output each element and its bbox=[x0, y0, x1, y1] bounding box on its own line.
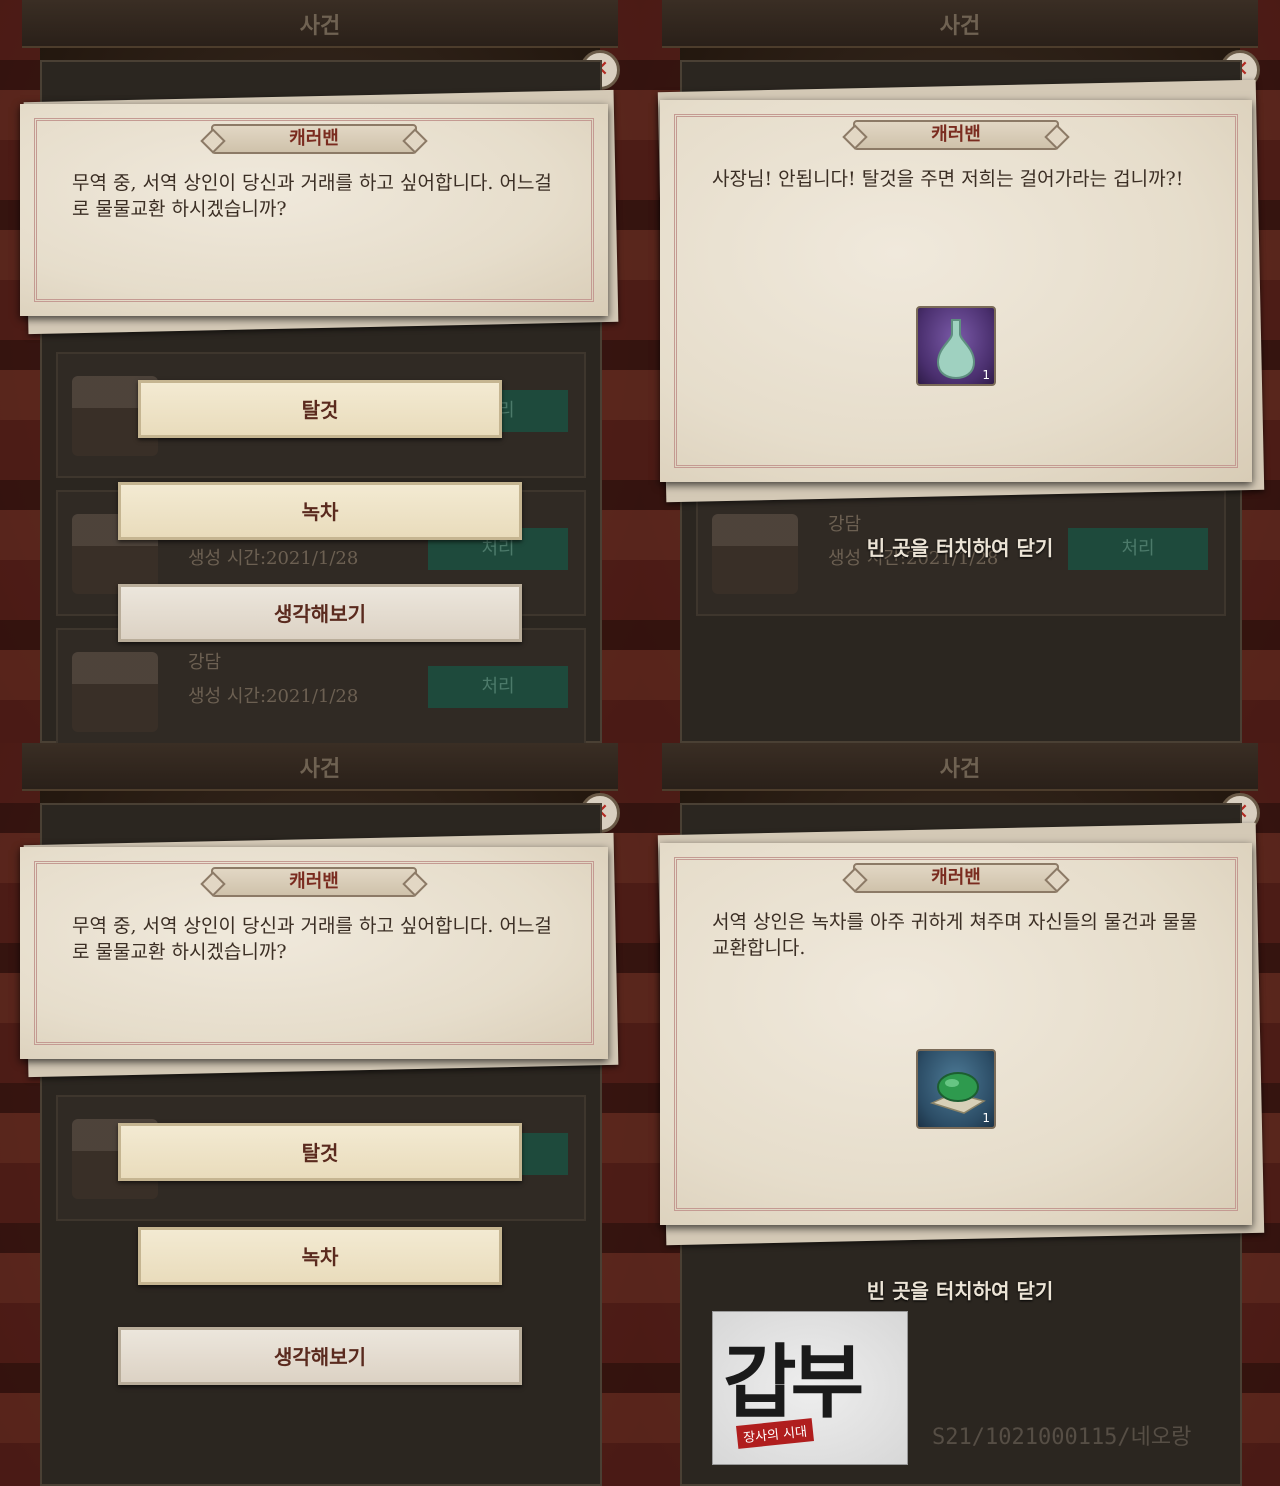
event-tag: 캐러밴 bbox=[853, 120, 1059, 150]
title-bar: 사건 bbox=[22, 743, 618, 791]
event-dialog: 캐러밴 무역 중, 서역 상인이 당신과 거래를 하고 싶어합니다. 어느걸로 … bbox=[20, 104, 608, 316]
event-tag: 캐러밴 bbox=[211, 867, 417, 897]
list-item-title: 강담 bbox=[188, 652, 222, 673]
list-item-time: 생성 시간:2021/1/28 bbox=[188, 548, 359, 569]
event-dialog: 캐러밴 사장님! 안됩니다! 탈것을 주면 저희는 걸어가라는 겁니까?! 1 bbox=[660, 100, 1252, 482]
event-dialog: 캐러밴 무역 중, 서역 상인이 당신과 거래를 하고 싶어합니다. 어느걸로 … bbox=[20, 847, 608, 1059]
chest-icon bbox=[72, 652, 158, 732]
event-result-text: 서역 상인은 녹차를 아주 귀하게 쳐주며 자신들의 물건과 물물교환합니다. bbox=[712, 911, 1198, 959]
event-question: 무역 중, 서역 상인이 당신과 거래를 하고 싶어합니다. 어느걸로 물물교환… bbox=[72, 172, 552, 220]
reward-qty: 1 bbox=[982, 368, 990, 382]
choice-mount-button[interactable]: 탈것 bbox=[138, 380, 502, 438]
logo-title: 갑부 bbox=[723, 1335, 864, 1429]
panel-choice-2: 사건 ✕ 처리 캐러밴 무역 중, 서역 상인이 당신과 거래를 하고 싶어합니… bbox=[0, 743, 640, 1486]
title-bar: 사건 bbox=[662, 0, 1258, 48]
approval-code: S21/1021000115/네오랑 bbox=[932, 1425, 1192, 1450]
event-tag: 캐러밴 bbox=[211, 124, 417, 154]
game-logo: 갑부 장사의 시대 bbox=[712, 1311, 908, 1465]
jade-shape bbox=[929, 1072, 986, 1114]
screen-title: 사건 bbox=[299, 757, 341, 782]
vase-shape bbox=[936, 319, 976, 380]
title-bar: 사건 bbox=[662, 743, 1258, 791]
reward-qty: 1 bbox=[982, 1111, 990, 1125]
vase-icon[interactable]: 1 bbox=[916, 306, 996, 386]
panel-result-mount: 사건 ✕ 강담 생성 시간:2021/1/28 처리 캐러밴 사장님! 안됩니다… bbox=[640, 0, 1280, 743]
list-item-time: 생성 시간:2021/1/28 bbox=[188, 686, 359, 707]
screen-title: 사건 bbox=[939, 757, 981, 782]
list-item: 강담 생성 시간:2021/1/28 처리 bbox=[56, 628, 586, 743]
choice-mount-button[interactable]: 탈것 bbox=[118, 1123, 522, 1181]
event-tag: 캐러밴 bbox=[853, 863, 1059, 893]
event-question: 무역 중, 서역 상인이 당신과 거래를 하고 싶어합니다. 어느걸로 물물교환… bbox=[72, 915, 552, 963]
event-result-text: 사장님! 안됩니다! 탈것을 주면 저희는 걸어가라는 겁니까?! bbox=[712, 168, 1184, 190]
title-bar: 사건 bbox=[22, 0, 618, 48]
panel-choice-1: 사건 ✕ 처리 생성 시간:2021/1/28 처리 강담 생성 시간:2021… bbox=[0, 0, 640, 743]
choice-think-button[interactable]: 생각해보기 bbox=[118, 1327, 522, 1385]
screen-title: 사건 bbox=[939, 14, 981, 39]
screen-title: 사건 bbox=[299, 14, 341, 39]
choice-tea-button[interactable]: 녹차 bbox=[118, 482, 522, 540]
choice-think-button[interactable]: 생각해보기 bbox=[118, 584, 522, 642]
process-button[interactable]: 처리 bbox=[428, 666, 568, 708]
choice-tea-button[interactable]: 녹차 bbox=[138, 1227, 502, 1285]
event-dialog: 캐러밴 서역 상인은 녹차를 아주 귀하게 쳐주며 자신들의 물건과 물물교환합… bbox=[660, 843, 1252, 1225]
panel-result-tea: 사건 ✕ 캐러밴 서역 상인은 녹차를 아주 귀하게 쳐주며 자신들의 물건과 … bbox=[640, 743, 1280, 1486]
tap-to-close-hint[interactable]: 빈 곳을 터치하여 닫기 bbox=[640, 532, 1280, 561]
tap-to-close-hint[interactable]: 빈 곳을 터치하여 닫기 bbox=[640, 1275, 1280, 1304]
jade-icon[interactable]: 1 bbox=[916, 1049, 996, 1129]
